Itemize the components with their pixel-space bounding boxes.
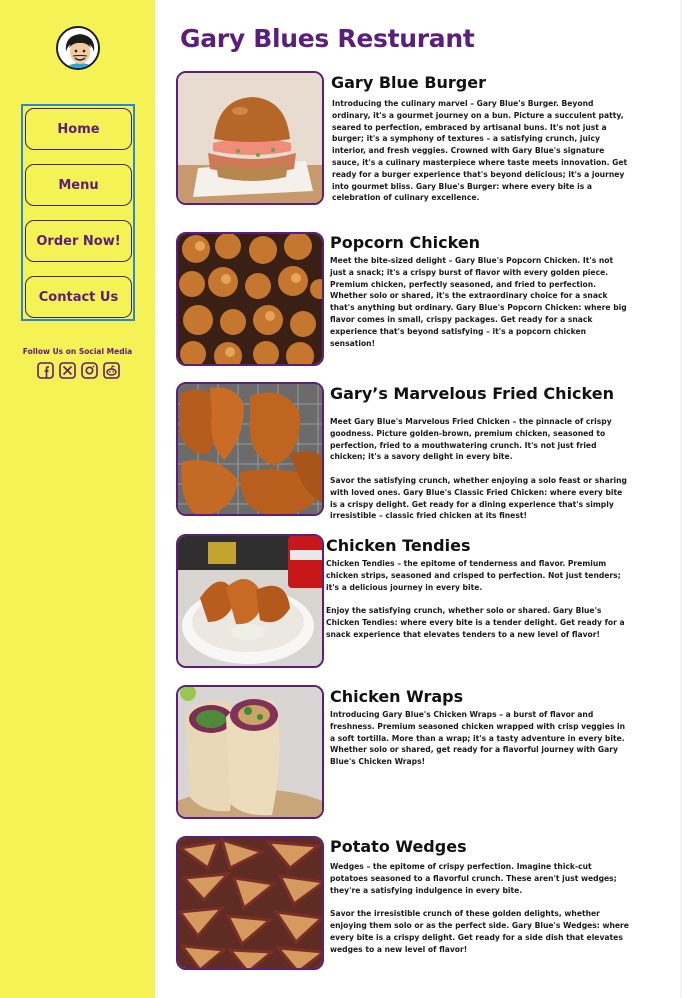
reddit-icon[interactable] (103, 362, 120, 379)
fried-chicken-image (176, 382, 324, 516)
facebook-icon[interactable] (37, 362, 54, 379)
item-description: Meet the bite-sized delight – Gary Blue'… (330, 255, 630, 349)
item-name: Chicken Tendies (326, 536, 471, 555)
instagram-icon[interactable] (81, 362, 98, 379)
page-frame: Home Menu Order Now! Contact Us Follow U… (0, 0, 680, 998)
item-name: Gary Blue Burger (331, 73, 486, 92)
item-description: Introducing the culinary marvel – Gary B… (332, 98, 632, 204)
x-icon[interactable] (59, 362, 76, 379)
item-paragraph: Introducing the culinary marvel – Gary B… (332, 99, 628, 203)
item-paragraph: Meet Gary Blue's Marvelous Fried Chicken… (330, 417, 612, 462)
item-description: Introducing Gary Blue's Chicken Wraps – … (330, 709, 630, 768)
item-paragraph: Introducing Gary Blue's Chicken Wraps – … (330, 710, 626, 767)
social-label: Follow Us on Social Media (22, 347, 133, 356)
item-name: Popcorn Chicken (330, 233, 481, 252)
item-paragraph: Savor the irresistible crunch of these g… (330, 909, 629, 954)
nav-home-button[interactable]: Home (25, 108, 132, 150)
item-paragraph: Chicken Tendies – the epitome of tendern… (326, 559, 621, 592)
page-title: Gary Blues Resturant (180, 24, 475, 53)
item-name: Potato Wedges (330, 837, 467, 856)
item-paragraph: Meet the bite-sized delight – Gary Blue'… (330, 256, 627, 348)
nav-contact-button[interactable]: Contact Us (25, 276, 132, 318)
popcorn-chicken-image (176, 232, 324, 366)
chicken-tendies-image (176, 534, 324, 668)
item-description: Wedges – the epitome of crispy perfectio… (330, 861, 630, 955)
chicken-wraps-image (176, 685, 324, 819)
item-paragraph: Savor the satisfying crunch, whether enj… (330, 475, 627, 521)
item-paragraph: Wedges – the epitome of crispy perfectio… (330, 862, 617, 895)
item-name: Chicken Wraps (330, 687, 464, 706)
main-nav: Home Menu Order Now! Contact Us (21, 104, 135, 321)
menu-content: Gary Blues Resturant Gary Blue Burger In… (155, 0, 680, 998)
sidebar: Home Menu Order Now! Contact Us Follow U… (0, 0, 155, 998)
item-paragraph: Enjoy the satisfying crunch, whether sol… (326, 606, 625, 639)
burger-image (176, 71, 324, 205)
restaurant-logo[interactable] (56, 26, 100, 70)
item-description: Chicken Tendies – the epitome of tendern… (326, 558, 626, 641)
social-links (37, 362, 120, 379)
nav-order-button[interactable]: Order Now! (25, 220, 132, 262)
nav-menu-button[interactable]: Menu (25, 164, 132, 206)
item-name: Gary’s Marvelous Fried Chicken (330, 384, 614, 403)
potato-wedges-image (176, 836, 324, 970)
item-description: Meet Gary Blue's Marvelous Fried Chicken… (330, 416, 630, 522)
